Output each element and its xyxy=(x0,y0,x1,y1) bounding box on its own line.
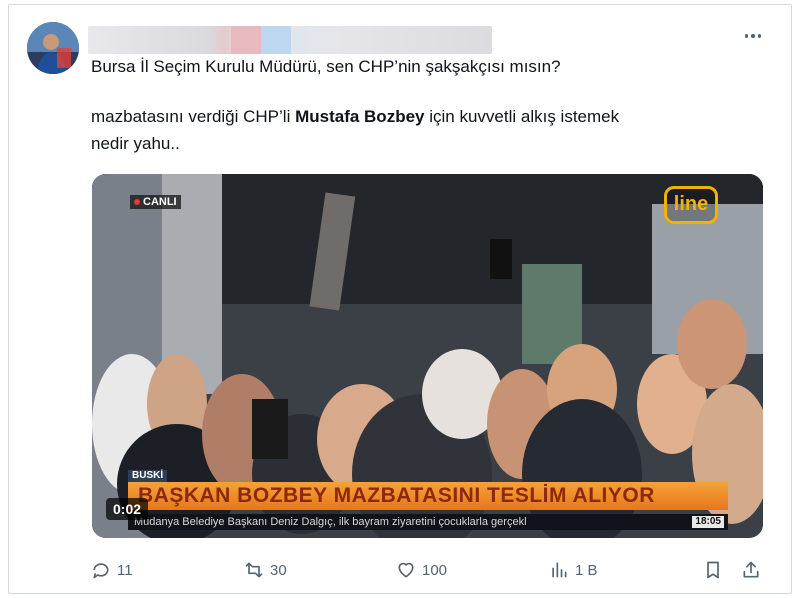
video-timestamp: 0:02 xyxy=(106,498,149,520)
more-options-icon[interactable] xyxy=(740,26,766,46)
live-label: CANLI xyxy=(143,196,177,208)
reply-icon xyxy=(93,563,109,579)
mentioned-name: Mustafa Bozbey xyxy=(295,107,425,126)
like-button[interactable]: 100 xyxy=(396,556,447,584)
lower-third: BUSKİ BAŞKAN BOZBEY MAZBATASINI TESLİM A… xyxy=(128,470,728,510)
channel-logo: line xyxy=(664,186,718,224)
repost-button[interactable]: 30 xyxy=(244,556,287,584)
live-dot-icon xyxy=(134,199,140,205)
video-player[interactable]: CANLI line BUSKİ BAŞKAN BOZBEY MAZBATASI… xyxy=(92,174,763,538)
analytics-icon xyxy=(552,562,567,578)
view-count: 1 B xyxy=(575,561,598,579)
tweet-text-line-3: nedir yahu.. xyxy=(91,134,180,153)
share-icon xyxy=(743,561,759,578)
repost-icon xyxy=(245,562,263,578)
tweet-text-line-2: mazbatasını verdiği CHP’li Mustafa Bozbe… xyxy=(91,106,619,128)
reply-count: 11 xyxy=(117,561,133,579)
repost-count: 30 xyxy=(270,561,287,579)
live-badge: CANLI xyxy=(130,195,181,209)
tweet-text-line-1: Bursa İl Seçim Kurulu Müdürü, sen CHP’ni… xyxy=(91,57,561,76)
action-bar: 11 30 100 1 B xyxy=(0,556,800,584)
reply-button[interactable]: 11 xyxy=(91,556,133,584)
tweet-text-segment: için kuvvetli alkış istemek xyxy=(424,107,620,126)
lower-third-tag: BUSKİ xyxy=(128,470,168,482)
news-ticker: Mudanya Belediye Başkanı Deniz Dalgıç, i… xyxy=(128,514,728,530)
author-name-redacted xyxy=(88,26,492,54)
like-count: 100 xyxy=(422,561,448,579)
views-button[interactable]: 1 B xyxy=(549,556,598,584)
avatar[interactable] xyxy=(27,22,79,74)
lower-third-headline: BAŞKAN BOZBEY MAZBATASINI TESLİM ALIYOR xyxy=(128,482,728,510)
bookmark-button[interactable] xyxy=(703,556,723,584)
heart-icon xyxy=(398,562,414,578)
ticker-text: Mudanya Belediye Başkanı Deniz Dalgıç, i… xyxy=(134,516,527,528)
tweet-text-segment: mazbatasını verdiği CHP’li xyxy=(91,107,296,126)
share-button[interactable] xyxy=(741,556,761,584)
bookmark-icon xyxy=(707,561,719,579)
ticker-time: 18:05 xyxy=(692,516,724,528)
